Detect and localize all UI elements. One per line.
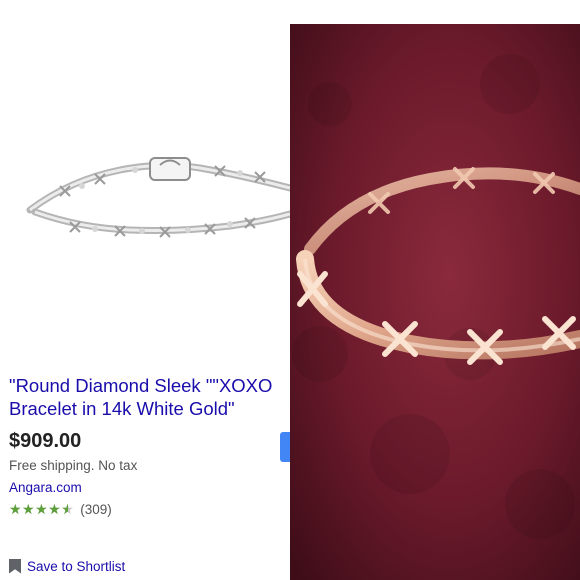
product-title-line-2[interactable]: Bracelet in 14k White Gold" [9, 397, 290, 420]
shipping-info: Free shipping. No tax [9, 458, 138, 473]
save-to-shortlist-button[interactable]: Save to Shortlist [9, 557, 125, 575]
star-rating: ★★★★★ ★★★★★ [9, 500, 74, 518]
review-count[interactable]: (309) [80, 502, 112, 517]
product-title-line-1[interactable]: "Round Diamond Sleek ""XOXO [9, 374, 290, 397]
save-to-shortlist-label: Save to Shortlist [27, 558, 126, 574]
buy-button[interactable] [280, 432, 290, 462]
product-price: $909.00 [9, 430, 82, 452]
bracelet-photo [290, 24, 580, 580]
bookmark-icon [9, 558, 21, 574]
shopping-result-card: "Round Diamond Sleek ""XOXO Bracelet in … [0, 0, 290, 580]
merchant-link[interactable]: Angara.com [9, 480, 82, 495]
star-rating-fill: ★★★★★ [9, 501, 68, 517]
product-image[interactable] [0, 0, 290, 300]
product-title[interactable]: "Round Diamond Sleek ""XOXO Bracelet in … [9, 374, 290, 420]
rating-row: ★★★★★ ★★★★★ (309) [9, 500, 112, 518]
bracelet-photo-image [290, 24, 580, 580]
